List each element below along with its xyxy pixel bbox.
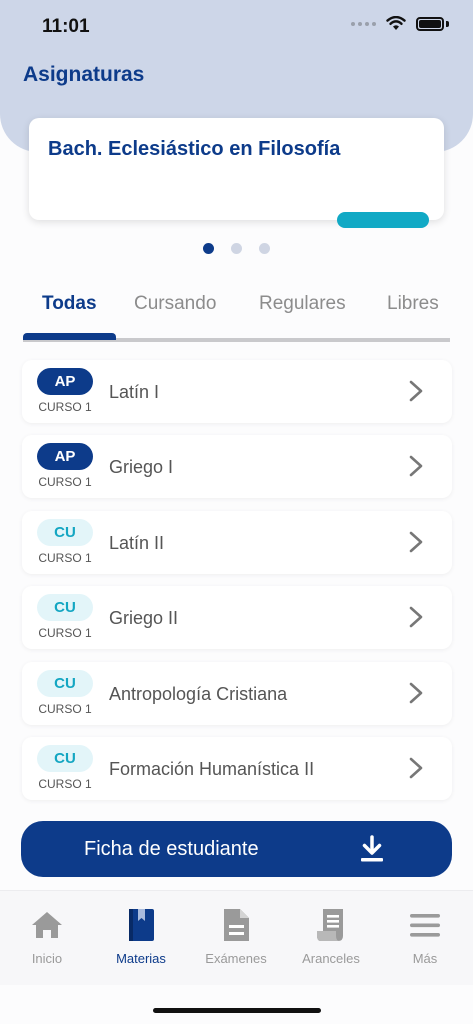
status-badge: CU [37,519,93,546]
status-icons [351,16,449,31]
status-badge: CU [37,594,93,621]
battery-tip [446,20,449,27]
nav-item-examenes[interactable]: Exámenes [189,907,283,966]
pagination-dot-2[interactable] [231,243,242,254]
chevron-right-icon [409,757,423,779]
status-bar: 11:01 [0,0,473,52]
book-icon [129,909,154,941]
bottom-navigation: Inicio Materias Exámenes Aranceles Más [0,890,473,985]
wifi-icon [386,16,406,30]
chevron-right-icon [409,531,423,553]
pagination-dot-3[interactable] [259,243,270,254]
battery-icon [416,16,444,31]
tab-active-indicator [23,333,116,340]
program-card[interactable]: Bach. Eclesiástico en Filosofía [29,118,444,228]
course-label: CURSO 1 [38,626,92,640]
receipt-icon [317,909,343,941]
chevron-right-icon [409,606,423,628]
subject-name: Griego I [109,457,174,477]
program-title: Bach. Eclesiástico en Filosofía [48,138,341,160]
subject-name: Antropología Cristiana [109,684,288,704]
course-label: CURSO 1 [38,777,92,791]
subject-row[interactable]: AP CURSO 1 Griego I [22,435,452,498]
pagination-dot-1[interactable] [203,243,214,254]
nav-label: Aranceles [302,951,360,966]
status-badge: CU [37,745,93,772]
nav-label: Materias [116,951,166,966]
tab-regulares[interactable]: Regulares [259,293,346,315]
program-accent-bar [337,212,429,228]
subject-row[interactable]: CU CURSO 1 Formación Humanística II [22,737,452,800]
nav-label: Más [412,951,438,966]
nav-label: Exámenes [205,951,267,966]
home-indicator [153,1008,321,1013]
tab-libres[interactable]: Libres [387,293,439,315]
subject-name: Griego II [109,608,179,628]
subject-name: Latín II [109,533,165,553]
nav-label: Inicio [31,951,63,966]
status-badge: AP [37,443,93,470]
course-label: CURSO 1 [38,551,92,565]
page-title: Asignaturas [23,63,145,86]
document-icon [224,909,249,941]
nav-item-inicio[interactable]: Inicio [0,907,94,966]
subject-row[interactable]: AP CURSO 1 Latín I [22,360,452,423]
student-record-label: Ficha de estudiante [84,838,259,860]
nav-item-materias[interactable]: Materias [94,907,188,966]
home-icon [32,912,62,938]
subject-row[interactable]: CU CURSO 1 Latín II [22,511,452,574]
status-badge: CU [37,670,93,697]
nav-item-mas[interactable]: Más [378,907,472,966]
chevron-right-icon [409,380,423,402]
student-record-button[interactable]: Ficha de estudiante [21,821,452,877]
menu-icon [410,914,440,937]
status-badge: AP [37,368,93,395]
course-label: CURSO 1 [38,400,92,414]
nav-item-aranceles[interactable]: Aranceles [284,907,378,966]
filter-tabs: Todas Cursando Regulares Libres [23,281,450,343]
course-label: CURSO 1 [38,475,92,489]
download-icon [361,835,383,862]
carousel-pagination [0,243,473,254]
subject-row[interactable]: CU CURSO 1 Antropología Cristiana [22,662,452,725]
tab-cursando[interactable]: Cursando [134,293,216,315]
subject-name: Latín I [109,382,160,402]
course-label: CURSO 1 [38,702,92,716]
status-time: 11:01 [42,16,90,37]
chevron-right-icon [409,682,423,704]
subject-row[interactable]: CU CURSO 1 Griego II [22,586,452,649]
subject-name: Formación Humanística II [109,759,315,779]
signal-icon [351,21,376,26]
tab-todas[interactable]: Todas [42,293,97,315]
chevron-right-icon [409,455,423,477]
